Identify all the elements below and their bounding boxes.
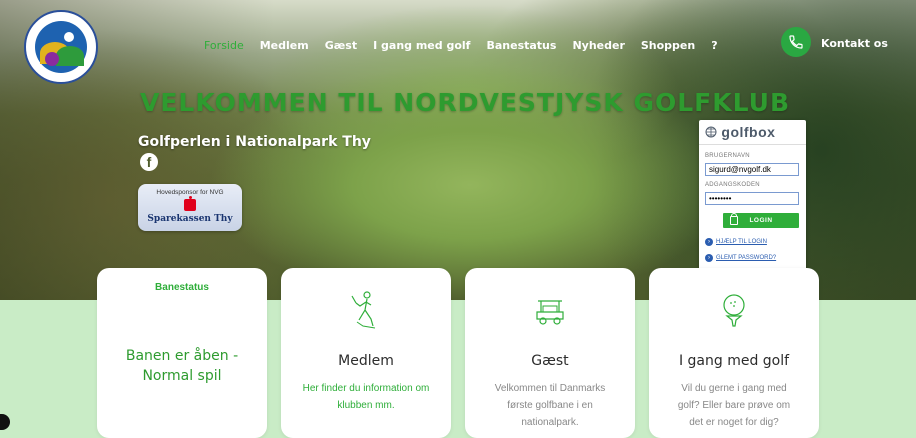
card-text: Her finder du information om klubben mm. [302,383,430,411]
card-banestatus[interactable]: Banestatus Banen er åben - Normal spil [97,268,267,438]
card-gaest[interactable]: Gæst Velkommen til Danmarks første golfb… [465,268,635,438]
username-label: BRUGERNAVN [705,153,750,159]
club-logo[interactable] [24,10,98,84]
nav-item-medlem[interactable]: Medlem [260,39,309,52]
sponsor-logo-icon [184,196,196,211]
sponsor-banner[interactable]: Hovedsponsor for NVG Sparekassen Thy [138,184,242,231]
nav-item-nyheder[interactable]: Nyheder [572,39,624,52]
banestatus-status: Banen er åben - Normal spil [125,348,239,384]
card-title: Gæst [531,353,569,369]
golf-ball-tee-icon [649,292,819,328]
phone-icon[interactable] [781,27,811,57]
card-medlem[interactable]: Medlem Her finder du information om klub… [281,268,451,438]
main-nav: Forside Medlem Gæst I gang med golf Bane… [204,35,718,55]
hero-subtitle: Golfperlen i Nationalpark Thy [138,134,371,150]
login-button[interactable]: LOGIN [723,213,799,228]
help-login-link[interactable]: › HJÆLP TIL LOGIN [705,238,767,246]
chat-widget-edge[interactable] [0,414,10,430]
password-label: ADGANGSKODEN [705,182,760,188]
arrow-icon: › [705,254,713,262]
nav-item-shoppen[interactable]: Shoppen [641,39,695,52]
nav-item-gaest[interactable]: Gæst [325,39,357,52]
username-field[interactable] [705,163,799,176]
nav-item-igang[interactable]: I gang med golf [373,39,470,52]
card-igang[interactable]: I gang med golf Vil du gerne i gang med … [649,268,819,438]
hero-headline: VELKOMMEN TIL NORDVESTJYSK GOLFKLUB [140,88,791,117]
forgot-password-link[interactable]: › GLEMT PASSWORD? [705,254,776,262]
sponsor-label: Hovedsponsor for NVG [156,189,224,196]
arrow-icon: › [705,238,713,246]
card-title: Medlem [338,353,394,369]
golfer-icon [281,290,451,330]
contact-link[interactable]: Kontakt os [821,37,888,50]
nav-item-help[interactable]: ? [711,39,717,52]
nav-item-forside[interactable]: Forside [204,39,244,52]
golfbox-login-panel: golfbox BRUGERNAVN ADGANGSKODEN LOGIN ›H… [699,120,806,270]
sponsor-name: Sparekassen Thy [147,214,233,224]
password-field[interactable] [705,192,799,205]
divider [699,144,806,145]
golf-cart-icon [465,298,635,326]
nav-item-banestatus[interactable]: Banestatus [486,39,556,52]
card-text: Velkommen til Danmarks første golfbane i… [494,383,606,428]
globe-icon [705,126,717,138]
golfbox-logo: golfbox [705,124,775,140]
card-title: I gang med golf [678,353,790,369]
card-text: Vil du gerne i gang med golf? Eller bare… [677,383,791,428]
lock-icon [730,213,738,225]
banestatus-label: Banestatus [155,282,209,293]
facebook-icon[interactable]: f [140,153,158,171]
